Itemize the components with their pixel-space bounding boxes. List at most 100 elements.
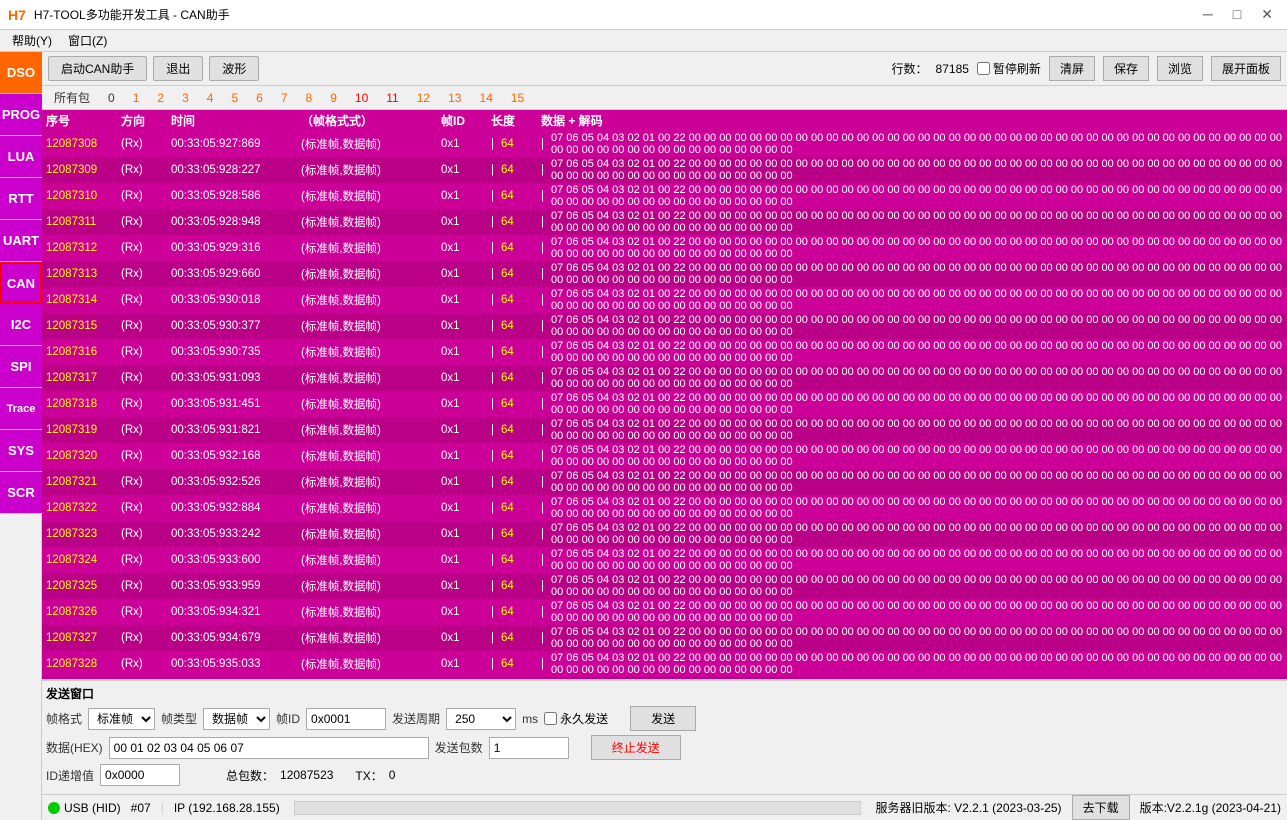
clear-button[interactable]: 清屏 <box>1049 56 1095 81</box>
col-separator2: | <box>541 476 551 488</box>
sidebar-item-trace[interactable]: Trace <box>0 388 42 430</box>
pause-refresh-label[interactable]: 暂停刷新 <box>977 60 1041 77</box>
col-len: 64 <box>501 450 541 462</box>
filter-tab-12[interactable]: 12 <box>409 90 438 106</box>
col-data: 07 06 05 04 03 02 01 00 22 00 00 00 00 0… <box>551 392 1283 416</box>
close-button[interactable]: ✕ <box>1255 4 1279 25</box>
table-row[interactable]: 12087310 (Rx) 00:33:05:928:586 (标准帧,数据帧)… <box>42 183 1287 209</box>
table-row[interactable]: 12087309 (Rx) 00:33:05:928:227 (标准帧,数据帧)… <box>42 157 1287 183</box>
table-row[interactable]: 12087328 (Rx) 00:33:05:935:033 (标准帧,数据帧)… <box>42 651 1287 677</box>
stop-send-button[interactable]: 终止发送 <box>591 735 681 760</box>
col-len: 64 <box>501 294 541 306</box>
col-time: 00:33:05:931:093 <box>171 372 301 384</box>
table-row[interactable]: 12087321 (Rx) 00:33:05:932:526 (标准帧,数据帧)… <box>42 469 1287 495</box>
table-row[interactable]: 12087311 (Rx) 00:33:05:928:948 (标准帧,数据帧)… <box>42 209 1287 235</box>
forever-send-checkbox[interactable] <box>544 712 557 725</box>
table-row[interactable]: 12087308 (Rx) 00:33:05:927:869 (标准帧,数据帧)… <box>42 131 1287 157</box>
col-separator: | <box>491 450 501 462</box>
send-count-input[interactable] <box>489 737 569 759</box>
exit-button[interactable]: 退出 <box>153 56 203 81</box>
sidebar-item-can[interactable]: CAN <box>0 262 42 304</box>
filter-tab-7[interactable]: 7 <box>273 90 296 106</box>
table-row[interactable]: 12087320 (Rx) 00:33:05:932:168 (标准帧,数据帧)… <box>42 443 1287 469</box>
pause-refresh-checkbox[interactable] <box>977 62 990 75</box>
filter-tab-8[interactable]: 8 <box>298 90 321 106</box>
filter-tab-15[interactable]: 15 <box>503 90 532 106</box>
filter-tab-1[interactable]: 1 <box>125 90 148 106</box>
col-data: 07 06 05 04 03 02 01 00 22 00 00 00 00 0… <box>551 340 1283 364</box>
menu-help[interactable]: 帮助(Y) <box>4 30 60 51</box>
send-button[interactable]: 发送 <box>630 706 696 731</box>
minimize-button[interactable]: ─ <box>1197 4 1219 25</box>
sidebar-item-spi[interactable]: SPI <box>0 346 42 388</box>
table-row[interactable]: 12087326 (Rx) 00:33:05:934:321 (标准帧,数据帧)… <box>42 599 1287 625</box>
toolbar: 启动CAN助手 退出 波形 行数：87185 暂停刷新 清屏 保存 浏览 展开面… <box>42 52 1287 86</box>
sidebar-item-uart[interactable]: UART <box>0 220 42 262</box>
col-separator2: | <box>541 502 551 514</box>
col-seq: 12087317 <box>46 372 121 384</box>
data-hex-input[interactable] <box>109 737 429 759</box>
frame-type-select[interactable]: 数据帧 <box>203 708 270 730</box>
filter-tab-10[interactable]: 10 <box>347 90 376 106</box>
col-data: 07 06 05 04 03 02 01 00 22 00 00 00 00 0… <box>551 626 1283 650</box>
table-row[interactable]: 12087319 (Rx) 00:33:05:931:821 (标准帧,数据帧)… <box>42 417 1287 443</box>
sidebar-item-sys[interactable]: SYS <box>0 430 42 472</box>
browse-button[interactable]: 浏览 <box>1157 56 1203 81</box>
filter-tab-4[interactable]: 4 <box>199 90 222 106</box>
table-row[interactable]: 12087312 (Rx) 00:33:05:929:316 (标准帧,数据帧)… <box>42 235 1287 261</box>
col-dir: (Rx) <box>121 372 171 384</box>
wave-button[interactable]: 波形 <box>209 56 259 81</box>
filter-tab-3[interactable]: 3 <box>174 90 197 106</box>
send-cycle-select[interactable]: 250 <box>446 708 516 730</box>
col-seq: 12087312 <box>46 242 121 254</box>
table-row[interactable]: 12087322 (Rx) 00:33:05:932:884 (标准帧,数据帧)… <box>42 495 1287 521</box>
col-frameid: 0x1 <box>441 216 491 228</box>
restore-button[interactable]: □ <box>1227 4 1247 25</box>
sidebar-item-dso[interactable]: DSO <box>0 52 42 94</box>
toolbar-right: 行数：87185 暂停刷新 清屏 保存 浏览 展开面板 <box>892 56 1281 81</box>
filter-tab-9[interactable]: 9 <box>322 90 345 106</box>
table-row[interactable]: 12087314 (Rx) 00:33:05:930:018 (标准帧,数据帧)… <box>42 287 1287 313</box>
col-separator2: | <box>541 554 551 566</box>
col-time: 00:33:05:935:033 <box>171 658 301 670</box>
filter-tab-11[interactable]: 11 <box>378 90 406 106</box>
filter-tab-2[interactable]: 2 <box>149 90 172 106</box>
sidebar-item-prog[interactable]: PROG <box>0 94 42 136</box>
id-incr-input[interactable] <box>100 764 180 786</box>
col-data: 07 06 05 04 03 02 01 00 22 00 00 00 00 0… <box>551 496 1283 520</box>
download-button[interactable]: 去下载 <box>1072 795 1130 820</box>
filter-tab-14[interactable]: 14 <box>471 90 500 106</box>
table-row[interactable]: 12087313 (Rx) 00:33:05:929:660 (标准帧,数据帧)… <box>42 261 1287 287</box>
forever-send-label[interactable]: 永久发送 <box>544 710 608 727</box>
col-frame: (标准帧,数据帧) <box>301 214 441 230</box>
col-separator2: | <box>541 190 551 202</box>
start-can-button[interactable]: 启动CAN助手 <box>48 56 147 81</box>
sidebar-item-lua[interactable]: LUA <box>0 136 42 178</box>
filter-tab-13[interactable]: 13 <box>440 90 469 106</box>
filter-tab-6[interactable]: 6 <box>248 90 271 106</box>
table-row[interactable]: 12087323 (Rx) 00:33:05:933:242 (标准帧,数据帧)… <box>42 521 1287 547</box>
table-row[interactable]: 12087318 (Rx) 00:33:05:931:451 (标准帧,数据帧)… <box>42 391 1287 417</box>
filter-tab-5[interactable]: 5 <box>223 90 246 106</box>
sidebar-item-i2c[interactable]: I2C <box>0 304 42 346</box>
expand-panel-button[interactable]: 展开面板 <box>1211 56 1281 81</box>
sidebar-item-scr[interactable]: SCR <box>0 472 42 514</box>
col-separator2: | <box>541 658 551 670</box>
table-row[interactable]: 12087327 (Rx) 00:33:05:934:679 (标准帧,数据帧)… <box>42 625 1287 651</box>
save-button[interactable]: 保存 <box>1103 56 1149 81</box>
filter-tabs: 所有包 0 1 2 3 4 5 6 7 8 9 10 11 12 13 14 1… <box>42 86 1287 110</box>
menu-window[interactable]: 窗口(Z) <box>60 30 115 51</box>
sidebar-item-rtt[interactable]: RTT <box>0 178 42 220</box>
col-separator2: | <box>541 294 551 306</box>
table-row[interactable]: 12087315 (Rx) 00:33:05:930:377 (标准帧,数据帧)… <box>42 313 1287 339</box>
table-row[interactable]: 12087325 (Rx) 00:33:05:933:959 (标准帧,数据帧)… <box>42 573 1287 599</box>
table-row[interactable]: 12087316 (Rx) 00:33:05:930:735 (标准帧,数据帧)… <box>42 339 1287 365</box>
filter-all[interactable]: 所有包 <box>46 88 98 107</box>
header-time: 时间 <box>171 112 301 129</box>
table-row[interactable]: 12087324 (Rx) 00:33:05:933:600 (标准帧,数据帧)… <box>42 547 1287 573</box>
frame-format-select[interactable]: 标准帧 <box>88 708 155 730</box>
col-len: 64 <box>501 528 541 540</box>
send-cycle-label: 发送周期 <box>392 710 440 727</box>
table-row[interactable]: 12087317 (Rx) 00:33:05:931:093 (标准帧,数据帧)… <box>42 365 1287 391</box>
frame-id-input[interactable] <box>306 708 386 730</box>
